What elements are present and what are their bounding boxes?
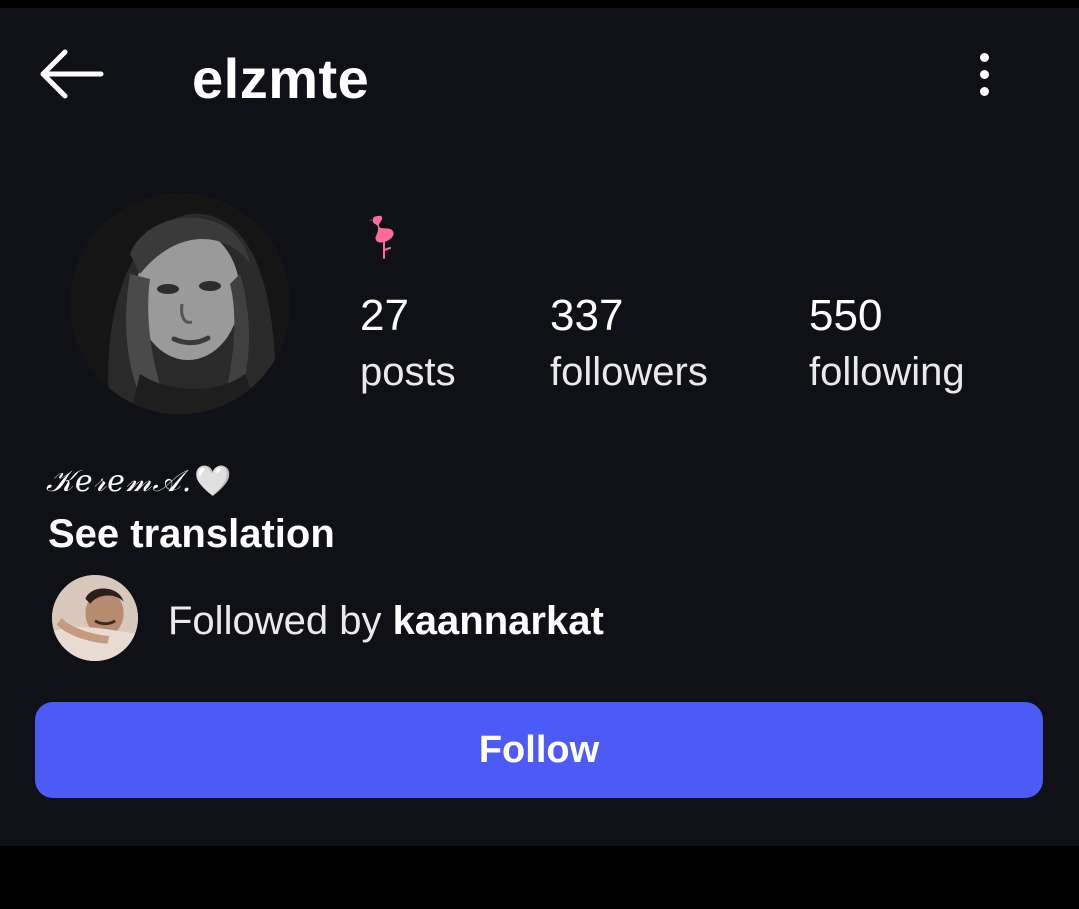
following-stat[interactable]: 550 following	[809, 288, 965, 400]
white-heart-icon: 🤍	[194, 464, 233, 499]
followers-count: 337	[550, 291, 624, 340]
followed-by-prefix: Followed by	[168, 599, 393, 643]
more-options-button[interactable]	[960, 44, 1008, 104]
profile-photo	[70, 194, 290, 414]
profile-avatar[interactable]	[70, 194, 290, 414]
more-vertical-icon	[979, 52, 989, 62]
posts-count: 27	[360, 291, 409, 340]
follow-button[interactable]: Follow	[35, 702, 1043, 798]
flamingo-icon	[366, 212, 402, 260]
more-vertical-icon-dot	[979, 69, 989, 79]
profile-bio: 𝒦𝑒𝓇𝑒𝓂𝒜.🤍	[46, 464, 233, 499]
back-button[interactable]	[30, 44, 110, 104]
followers-stat[interactable]: 337 followers	[550, 288, 708, 400]
followed-by-text: Followed by kaannarkat	[168, 599, 604, 644]
followed-by-row[interactable]: Followed by kaannarkat	[50, 573, 750, 665]
more-vertical-icon-dot	[979, 86, 989, 96]
see-translation-link[interactable]: See translation	[48, 512, 335, 557]
arrow-left-icon	[40, 49, 104, 99]
mutual-follower-photo	[52, 575, 138, 661]
posts-stat[interactable]: 27 posts	[360, 288, 456, 400]
followers-label: followers	[550, 350, 708, 394]
profile-screen: elzmte 27 posts 337 followers 550 follow…	[0, 8, 1079, 846]
mutual-follower-avatar	[50, 573, 140, 663]
following-label: following	[809, 350, 965, 394]
followed-by-username[interactable]: kaannarkat	[393, 599, 604, 643]
bio-text: 𝒦𝑒𝓇𝑒𝓂𝒜.	[46, 464, 193, 499]
top-bar: elzmte	[0, 8, 1079, 138]
following-count: 550	[809, 291, 883, 340]
posts-label: posts	[360, 350, 456, 394]
profile-username: elzmte	[192, 47, 370, 110]
